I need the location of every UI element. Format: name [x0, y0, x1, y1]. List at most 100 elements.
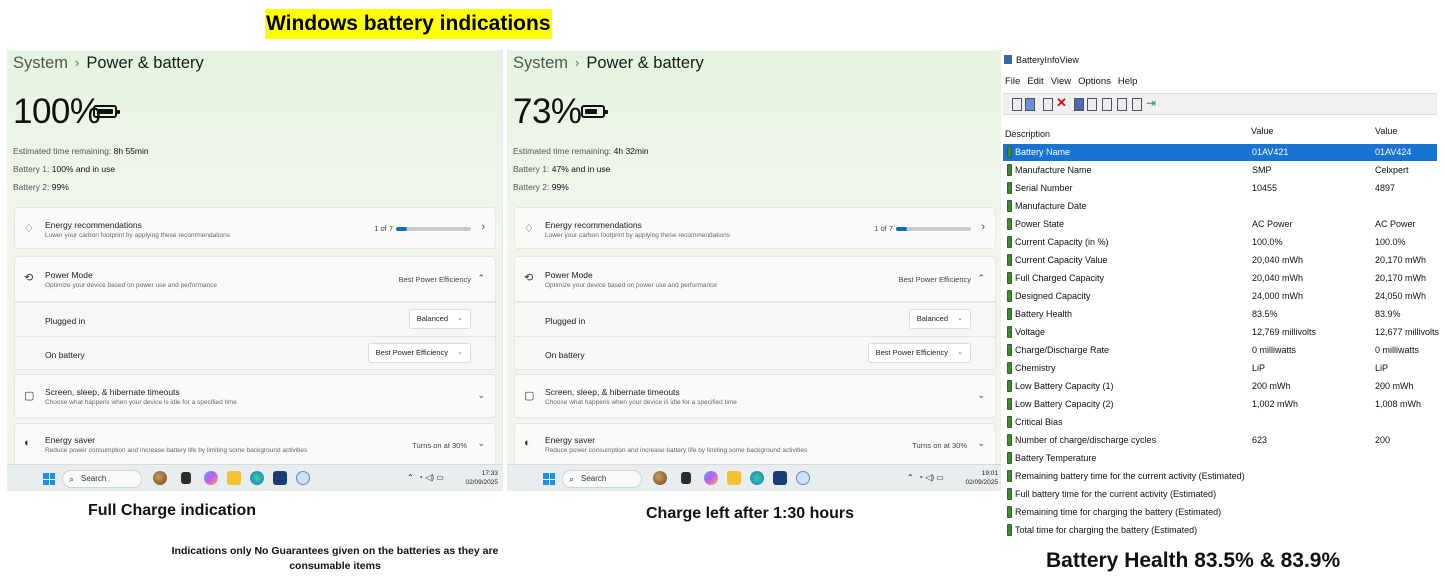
chevron-up-icon[interactable]: ⌃: [977, 273, 985, 284]
table-row[interactable]: Low Battery Capacity (2) 1,002 mWh 1,008 m…: [1003, 396, 1437, 413]
find-icon[interactable]: [1132, 98, 1142, 111]
table-row[interactable]: Chemistry LiP LiP: [1003, 360, 1437, 377]
taskbar-search[interactable]: ⌕ Search: [562, 470, 642, 488]
system-tray-icons[interactable]: ⌃ ◔ ◁) ▭: [407, 473, 444, 482]
table-row[interactable]: Low Battery Capacity (1) 200 mWh 200 mWh: [1003, 378, 1437, 395]
task-view-icon[interactable]: [181, 472, 191, 484]
table-row[interactable]: Designed Capacity 24,000 mWh 24,050 mWh: [1003, 288, 1437, 305]
table-row[interactable]: Critical Bias: [1003, 414, 1437, 431]
edge-icon[interactable]: [250, 471, 264, 485]
chevron-down-icon[interactable]: ⌄: [477, 438, 485, 449]
settings-gear-icon[interactable]: [796, 471, 810, 485]
refresh-icon[interactable]: [1087, 98, 1097, 111]
table-row[interactable]: Remaining time for charging the battery …: [1003, 504, 1437, 521]
windows-start-icon[interactable]: [43, 473, 55, 485]
table-row[interactable]: Current Capacity (in %) 100.0% 100.0%: [1003, 234, 1437, 251]
screen-sleep-card[interactable]: ▢ Screen, sleep, & hibernate timeouts Ch…: [14, 374, 496, 418]
breadcrumb-system[interactable]: System: [13, 54, 68, 72]
column-value-2[interactable]: Value: [1375, 126, 1397, 136]
battery-row-icon: [1007, 380, 1012, 392]
table-row[interactable]: Power State AC Power AC Power: [1003, 216, 1437, 233]
delete-icon[interactable]: ✕: [1056, 95, 1067, 111]
table-row[interactable]: Current Capacity Value 20,040 mWh 20,170 m…: [1003, 252, 1437, 269]
breadcrumb-system[interactable]: System: [513, 54, 568, 72]
table-row[interactable]: Remaining battery time for the current a…: [1003, 468, 1437, 485]
power-mode-card[interactable]: ⟲ Power Mode Optimize your device based …: [514, 256, 996, 302]
energy-recommendations-card[interactable]: ♢ Energy recommendations Lower your carb…: [514, 207, 996, 249]
on-battery-dropdown[interactable]: Best Power Efficiency ⌄: [867, 343, 971, 363]
energy-saver-card[interactable]: ◐ Energy saver Reduce power consumption …: [14, 423, 496, 467]
table-row[interactable]: Battery Name 01AV421 01AV424: [1003, 144, 1437, 161]
energy-saver-value: Turns on at 30%: [912, 441, 967, 450]
row-value-1: SMP: [1252, 165, 1272, 175]
row-value-1: 1,002 mWh: [1252, 399, 1299, 409]
file-explorer-icon[interactable]: [727, 471, 741, 485]
battery-icon: [581, 105, 608, 118]
store-icon[interactable]: [273, 471, 287, 485]
table-row[interactable]: Battery Health 83.5% 83.9%: [1003, 306, 1437, 323]
battery-row-icon: [1007, 146, 1012, 158]
screen-sleep-title: Screen, sleep, & hibernate timeouts: [545, 387, 680, 397]
menu-file[interactable]: File: [1005, 76, 1020, 87]
copilot-icon[interactable]: [704, 471, 718, 485]
battery-percentage: 100%: [13, 92, 101, 131]
weather-widget-icon[interactable]: [153, 471, 167, 485]
weather-widget-icon[interactable]: [653, 471, 667, 485]
menu-edit[interactable]: Edit: [1027, 76, 1043, 87]
chevron-down-icon[interactable]: ⌄: [977, 390, 985, 401]
table-row[interactable]: Serial Number 10455 4897: [1003, 180, 1437, 197]
taskbar-clock[interactable]: 19:01 02/09/2025: [965, 469, 998, 487]
on-battery-dropdown[interactable]: Best Power Efficiency ⌄: [367, 343, 471, 363]
energy-saver-card[interactable]: ◐ Energy saver Reduce power consumption …: [514, 423, 996, 467]
copy-icon[interactable]: [1102, 98, 1112, 111]
chevron-down-icon[interactable]: ⌄: [977, 438, 985, 449]
plugged-in-dropdown[interactable]: Balanced ⌄: [908, 309, 971, 329]
table-row[interactable]: Battery Temperature: [1003, 450, 1437, 467]
plugged-in-dropdown[interactable]: Balanced ⌄: [408, 309, 471, 329]
power-mode-card[interactable]: ⟲ Power Mode Optimize your device based …: [14, 256, 496, 302]
row-value-1: 200 mWh: [1252, 381, 1291, 391]
table-row[interactable]: Full battery time for the current activi…: [1003, 486, 1437, 503]
taskbar-search[interactable]: ⌕ Search: [62, 470, 142, 488]
windows-start-icon[interactable]: [543, 473, 555, 485]
table-row[interactable]: Full Charged Capacity 20,040 mWh 20,170 mW…: [1003, 270, 1437, 287]
copilot-icon[interactable]: [204, 471, 218, 485]
store-icon[interactable]: [773, 471, 787, 485]
energy-recommendations-card[interactable]: ♢ Energy recommendations Lower your carb…: [14, 207, 496, 249]
exit-icon[interactable]: ⇥: [1146, 96, 1156, 110]
battery-log-icon[interactable]: [1025, 98, 1035, 111]
breadcrumb: System › Power & battery: [13, 54, 204, 73]
table-row[interactable]: Total time for charging the battery (Est…: [1003, 522, 1437, 539]
chevron-up-icon[interactable]: ⌃: [477, 273, 485, 284]
settings-gear-icon[interactable]: [296, 471, 310, 485]
energy-saver-title: Energy saver: [545, 435, 596, 445]
chevron-right-icon[interactable]: ›: [981, 221, 985, 233]
menu-options[interactable]: Options: [1078, 76, 1111, 87]
table-row[interactable]: Manufacture Date: [1003, 198, 1437, 215]
chevron-down-icon: ⌄: [457, 315, 463, 322]
edge-icon[interactable]: [750, 471, 764, 485]
table-row[interactable]: Number of charge/discharge cycles 623 200: [1003, 432, 1437, 449]
table-row[interactable]: Manufacture Name SMP Celxpert: [1003, 162, 1437, 179]
report-icon[interactable]: [1117, 98, 1127, 111]
system-tray-icons[interactable]: ⌃ ◔ ◁) ▭: [907, 473, 944, 482]
menu-help[interactable]: Help: [1118, 76, 1138, 87]
table-row[interactable]: Charge/Discharge Rate 0 milliwatts 0 milli…: [1003, 342, 1437, 359]
battery-row-icon: [1007, 362, 1012, 374]
file-explorer-icon[interactable]: [227, 471, 241, 485]
chevron-down-icon: ⌄: [957, 315, 963, 322]
chevron-down-icon[interactable]: ⌄: [477, 390, 485, 401]
table-row[interactable]: Voltage 12,769 millivolts 12,677 millivolt…: [1003, 324, 1439, 341]
screen-sleep-card[interactable]: ▢ Screen, sleep, & hibernate timeouts Ch…: [514, 374, 996, 418]
menu-view[interactable]: View: [1051, 76, 1071, 87]
taskbar-clock[interactable]: 17:33 02/09/2025: [465, 469, 498, 487]
column-value-1[interactable]: Value: [1251, 126, 1273, 136]
battery-row-icon: [1007, 488, 1012, 500]
task-view-icon[interactable]: [681, 472, 691, 484]
chevron-right-icon[interactable]: ›: [481, 221, 485, 233]
save-icon[interactable]: [1074, 98, 1084, 111]
energy-recommendations-desc: Lower your carbon footprint by applying …: [45, 232, 230, 239]
row-value-2: AC Power: [1375, 219, 1416, 229]
battery-info-icon[interactable]: [1012, 98, 1022, 111]
properties-icon[interactable]: [1043, 98, 1053, 111]
